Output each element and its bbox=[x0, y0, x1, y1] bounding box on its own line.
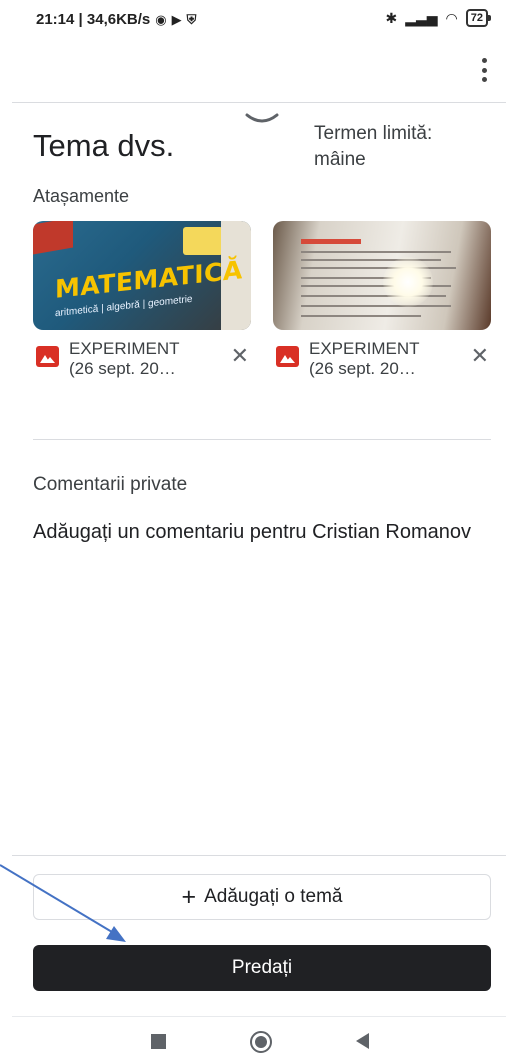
bottom-divider bbox=[12, 855, 506, 856]
attachment-info: EXPERIMENT (26 sept. 20… ✕ bbox=[36, 339, 251, 381]
page-highlight bbox=[301, 239, 361, 244]
bluetooth-icon: ✱ bbox=[385, 9, 398, 26]
remove-attachment-icon[interactable]: ✕ bbox=[471, 345, 489, 367]
book-badge bbox=[183, 227, 223, 255]
status-bar: 21:14 | 34,6KB/s ◉ ▶ ⛨ ✱ ▂▃▅ ◠ 72 bbox=[0, 0, 506, 40]
due-value: mâine bbox=[314, 149, 366, 170]
attachment-thumbnail[interactable]: MATEMATICĂ aritmetică | algebră | geomet… bbox=[33, 221, 251, 330]
more-options-icon[interactable] bbox=[478, 56, 490, 84]
text-line bbox=[301, 267, 456, 269]
home-icon[interactable] bbox=[250, 1031, 272, 1053]
attachment-name-line2: (26 sept. 20… bbox=[309, 359, 416, 378]
attachments-label: Atașamente bbox=[33, 186, 130, 206]
attachment-name-line1: EXPERIMENT bbox=[309, 339, 420, 358]
battery-icon: 72 bbox=[465, 9, 492, 27]
sheet-divider bbox=[12, 102, 506, 103]
image-file-icon bbox=[36, 346, 59, 367]
signal-icon: ▂▃▅ bbox=[405, 9, 438, 26]
back-icon[interactable] bbox=[356, 1033, 369, 1049]
attachment-name: EXPERIMENT (26 sept. 20… bbox=[309, 339, 449, 379]
add-work-button[interactable]: + Adăugați o temă bbox=[33, 874, 491, 920]
top-app-bar bbox=[0, 40, 506, 102]
book-corner bbox=[33, 221, 73, 255]
turn-in-button[interactable]: Predați bbox=[33, 945, 491, 991]
status-time-speed: 21:14 | 34,6KB/s bbox=[36, 11, 151, 28]
turn-in-label: Predați bbox=[231, 957, 293, 978]
page-title: Tema dvs. bbox=[33, 128, 175, 163]
private-comments-label: Comentarii private bbox=[33, 474, 188, 495]
attachment-name: EXPERIMENT (26 sept. 20… bbox=[69, 339, 209, 379]
chrome-icon: ◉ bbox=[155, 11, 167, 27]
thumbnail-title: MATEMATICĂ bbox=[55, 255, 243, 304]
text-line bbox=[301, 251, 451, 253]
section-divider bbox=[33, 439, 491, 440]
shield-icon: ⛨ bbox=[186, 11, 197, 27]
attachment-name-line2: (26 sept. 20… bbox=[69, 359, 176, 378]
text-line bbox=[301, 315, 421, 317]
attachment-card[interactable]: EXPERIMENT (26 sept. 20… ✕ bbox=[273, 221, 491, 381]
remove-attachment-icon[interactable]: ✕ bbox=[231, 345, 249, 367]
recents-icon[interactable] bbox=[151, 1034, 166, 1049]
attachment-thumbnail[interactable] bbox=[273, 221, 491, 330]
status-left: 21:14 | 34,6KB/s ◉ ▶ ⛨ bbox=[36, 11, 196, 28]
plus-icon: + bbox=[181, 883, 197, 911]
image-file-icon bbox=[276, 346, 299, 367]
attachment-info: EXPERIMENT (26 sept. 20… ✕ bbox=[276, 339, 491, 381]
system-navigation-bar bbox=[0, 1025, 506, 1053]
navbar-divider bbox=[12, 1016, 506, 1017]
wifi-icon: ◠ bbox=[445, 9, 458, 26]
status-right: ✱ ▂▃▅ ◠ 72 bbox=[385, 9, 492, 27]
attachment-card[interactable]: MATEMATICĂ aritmetică | algebră | geomet… bbox=[33, 221, 251, 381]
add-work-label: Adăugați o temă bbox=[204, 886, 343, 907]
private-comment-input[interactable]: Adăugați un comentariu pentru Cristian R… bbox=[33, 519, 473, 545]
flash-glare bbox=[383, 257, 433, 307]
sheet-collapse-handle-icon[interactable] bbox=[245, 112, 279, 130]
attachment-name-line1: EXPERIMENT bbox=[69, 339, 180, 358]
due-date: Termen limită: mâine bbox=[314, 121, 494, 173]
text-line bbox=[301, 305, 451, 307]
play-store-icon: ▶ bbox=[171, 11, 182, 27]
due-label: Termen limită: bbox=[314, 123, 433, 144]
